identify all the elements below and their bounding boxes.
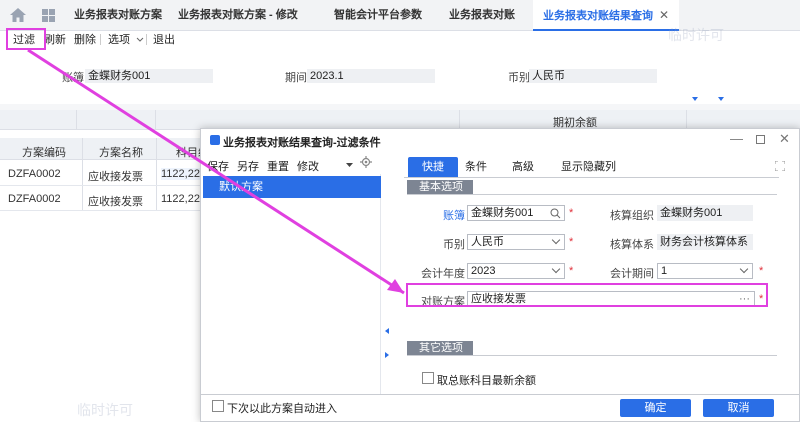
annotation-arrow [27,48,405,295]
